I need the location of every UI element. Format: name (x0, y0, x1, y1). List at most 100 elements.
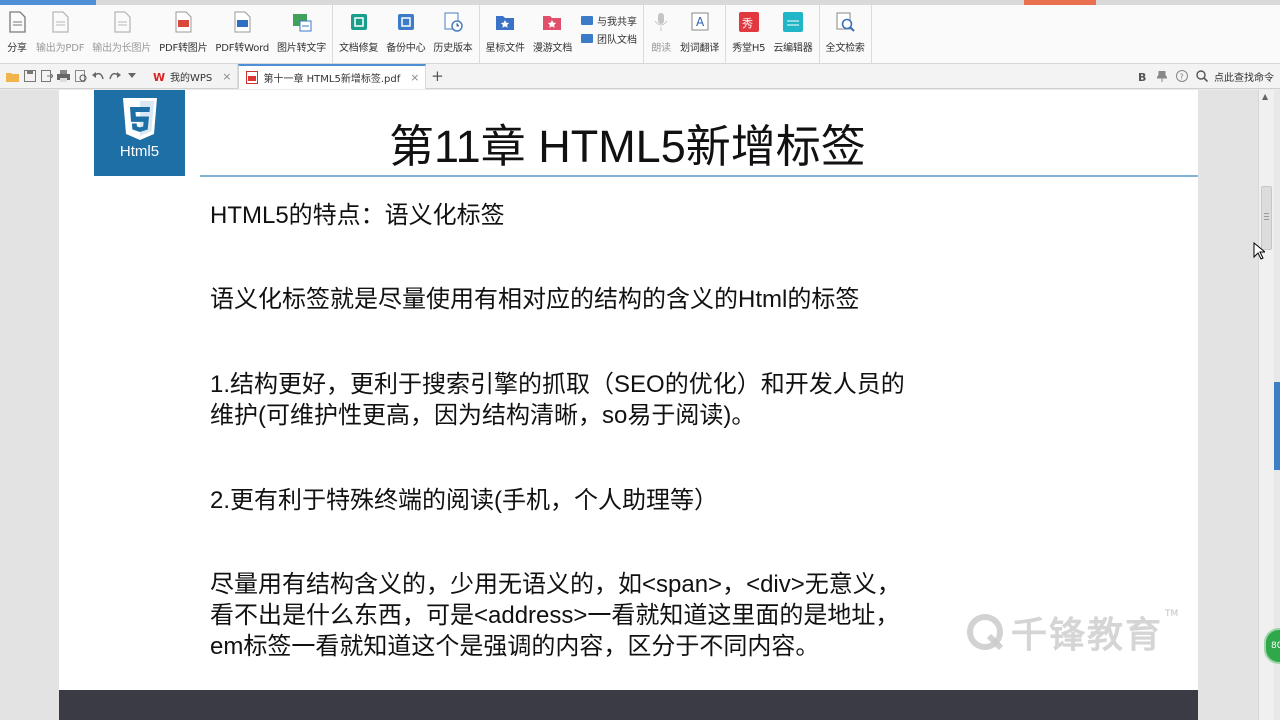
ribbon-button-label: 星标文件 (485, 43, 525, 54)
pdf-to-image-button[interactable]: PDF转图片 (155, 5, 211, 64)
ribbon-toolbar: 分享 输出为PDF 输出为长图片 PDF转图片 PDF转Word 图片转文字 文档修复 备份中… (0, 5, 1280, 64)
ribbon-button-label: 朗读 (651, 43, 671, 54)
close-tab-icon[interactable]: × (410, 71, 419, 84)
document-tabs: W 我的WPS × 第十一章 HTML5新增标签.pdf × (146, 63, 427, 89)
redo-icon[interactable] (106, 68, 123, 85)
svg-text:?: ? (1180, 73, 1184, 82)
close-tab-icon[interactable]: × (222, 70, 231, 83)
ribbon-button-label: 漫游文档 (532, 43, 573, 54)
team-docs-icon (580, 31, 594, 45)
ribbon-group: 文档修复 备份中心 历史版本 (333, 5, 480, 64)
translate-icon: A (689, 11, 711, 33)
export-pdf-button[interactable]: 输出为PDF (32, 5, 88, 64)
body-text-line: 1.结构更好，更利于搜索引擎的抓取（SEO的优化）和开发人员的 (210, 371, 905, 398)
svg-text:A: A (696, 15, 705, 29)
scrollbar-thumb[interactable] (1261, 186, 1272, 250)
logo-label: Html5 (119, 143, 160, 160)
doc-repair-icon (348, 11, 370, 33)
history-version-button[interactable]: 历史版本 (429, 5, 476, 64)
star-file-button[interactable]: 星标文件 (482, 5, 529, 64)
svg-text:秀: 秀 (742, 17, 753, 30)
chevron-down-icon[interactable] (123, 68, 140, 85)
open-folder-icon[interactable] (4, 68, 21, 85)
ribbon-group: 朗读 A 划词翻译 (644, 5, 727, 64)
export-long-image-icon (111, 11, 133, 33)
add-tab-button[interactable]: + (426, 65, 448, 87)
vertical-scrollbar[interactable]: ▲ (1258, 90, 1274, 720)
export-long-image-button[interactable]: 输出为长图片 (88, 5, 155, 64)
tab-my-wps[interactable]: W 我的WPS × (146, 63, 239, 89)
ribbon-button-label: 备份中心 (386, 43, 426, 54)
ribbon-button-label: 文档修复 (339, 43, 379, 54)
pdf-page: Html5 第11章 HTML5新增标签 HTML5的特点：语义化标签 语义化标签… (59, 90, 1198, 690)
cloud-editor-icon (782, 11, 804, 33)
undo-icon[interactable] (89, 68, 106, 85)
share-button[interactable]: 分享 (2, 5, 32, 64)
right-side-panel-strip (1274, 90, 1280, 720)
pin-icon[interactable] (1154, 68, 1170, 84)
html5-logo: Html5 (94, 90, 185, 176)
image-to-text-icon (291, 11, 313, 33)
export-pdf-icon (49, 11, 71, 33)
full-text-search-button[interactable]: 全文检索 (822, 5, 869, 64)
ribbon-button-label: PDF转图片 (159, 43, 208, 54)
tabbar-right-tools: B ? 点此查找命令 (1130, 68, 1280, 84)
translate-button[interactable]: A 划词翻译 (676, 5, 723, 64)
share-small-buttons: 与我共享 团队文档 (576, 5, 641, 64)
title-divider (200, 175, 1198, 177)
tab-label: 第十一章 HTML5新增标签.pdf (263, 73, 401, 85)
export-icon[interactable] (38, 68, 55, 85)
body-text-line: HTML5的特点：语义化标签 (210, 202, 505, 229)
help-icon[interactable]: ? (1174, 68, 1190, 84)
backup-center-button[interactable]: 备份中心 (382, 5, 429, 64)
ribbon-button-label: 历史版本 (433, 43, 473, 54)
image-to-text-button[interactable]: 图片转文字 (273, 5, 330, 64)
ribbon-button-label: 划词翻译 (680, 43, 720, 54)
pdf-to-word-icon (231, 11, 253, 33)
tab-pdf-document[interactable]: 第十一章 HTML5新增标签.pdf × (238, 63, 427, 89)
print-preview-icon[interactable] (72, 68, 89, 85)
search-icon[interactable] (1194, 68, 1210, 84)
xiutang-h5-button[interactable]: 秀秀堂H5 (728, 5, 769, 64)
team-docs-button[interactable]: 团队文档 (576, 29, 641, 47)
ribbon-button-label: 分享 (7, 43, 27, 54)
side-panel-toggle[interactable] (1274, 382, 1280, 470)
wps-logo-icon: W (152, 69, 166, 83)
watermark-tm: TM (1165, 609, 1179, 619)
document-viewport[interactable]: Html5 第11章 HTML5新增标签 HTML5的特点：语义化标签 语义化标签… (0, 90, 1258, 720)
ribbon-group: 秀秀堂H5 云编辑器 (726, 5, 820, 64)
mouse-cursor-icon (1253, 242, 1265, 260)
body-text-line: em标签一看就知道这个是强调的内容，区分于不同内容。 (210, 633, 820, 660)
ribbon-small-label: 与我共享 (597, 16, 638, 28)
ribbon-small-label: 团队文档 (597, 34, 638, 46)
svg-text:B: B (1138, 71, 1146, 82)
save-icon[interactable] (21, 68, 38, 85)
find-command-input[interactable]: 点此查找命令 (1214, 69, 1274, 84)
tab-bar: W 我的WPS × 第十一章 HTML5新增标签.pdf × + B ? 点此查找命令 (0, 63, 1280, 89)
body-text-line: 尽量用有结构含义的，少用无语义的，如<span>，<div>无意义， (210, 571, 901, 598)
roaming-doc-icon (541, 11, 563, 33)
svg-text:W: W (153, 71, 165, 82)
ribbon-button-label: 图片转文字 (277, 43, 326, 54)
read-aloud-icon (650, 11, 672, 33)
ribbon-button-label: PDF转Word (215, 43, 269, 54)
watermark: 千锋教育 TM (965, 606, 1178, 658)
pdf-file-icon (245, 70, 259, 84)
full-text-search-icon (834, 11, 856, 33)
print-icon[interactable] (55, 68, 72, 85)
watermark-text: 千锋教育 (1011, 615, 1164, 656)
bold-b-icon[interactable]: B (1134, 68, 1150, 84)
body-text-line: 2.更有利于特殊终端的阅读(手机，个人助理等） (210, 487, 719, 514)
cloud-editor-button[interactable]: 云编辑器 (769, 5, 816, 64)
roaming-doc-button[interactable]: 漫游文档 (529, 5, 576, 64)
scroll-up-arrow-icon[interactable]: ▲ (1262, 92, 1268, 101)
pdf-to-image-icon (172, 11, 194, 33)
ribbon-button-label: 输出为PDF (36, 43, 85, 54)
share-icon (6, 11, 28, 33)
shared-with-me-button[interactable]: 与我共享 (576, 11, 641, 29)
qianfeng-logo-icon (967, 614, 1004, 651)
pdf-to-word-button[interactable]: PDF转Word (211, 5, 273, 64)
doc-repair-button[interactable]: 文档修复 (335, 5, 382, 64)
read-aloud-button[interactable]: 朗读 (646, 5, 676, 64)
html5-shield-icon (122, 98, 157, 140)
